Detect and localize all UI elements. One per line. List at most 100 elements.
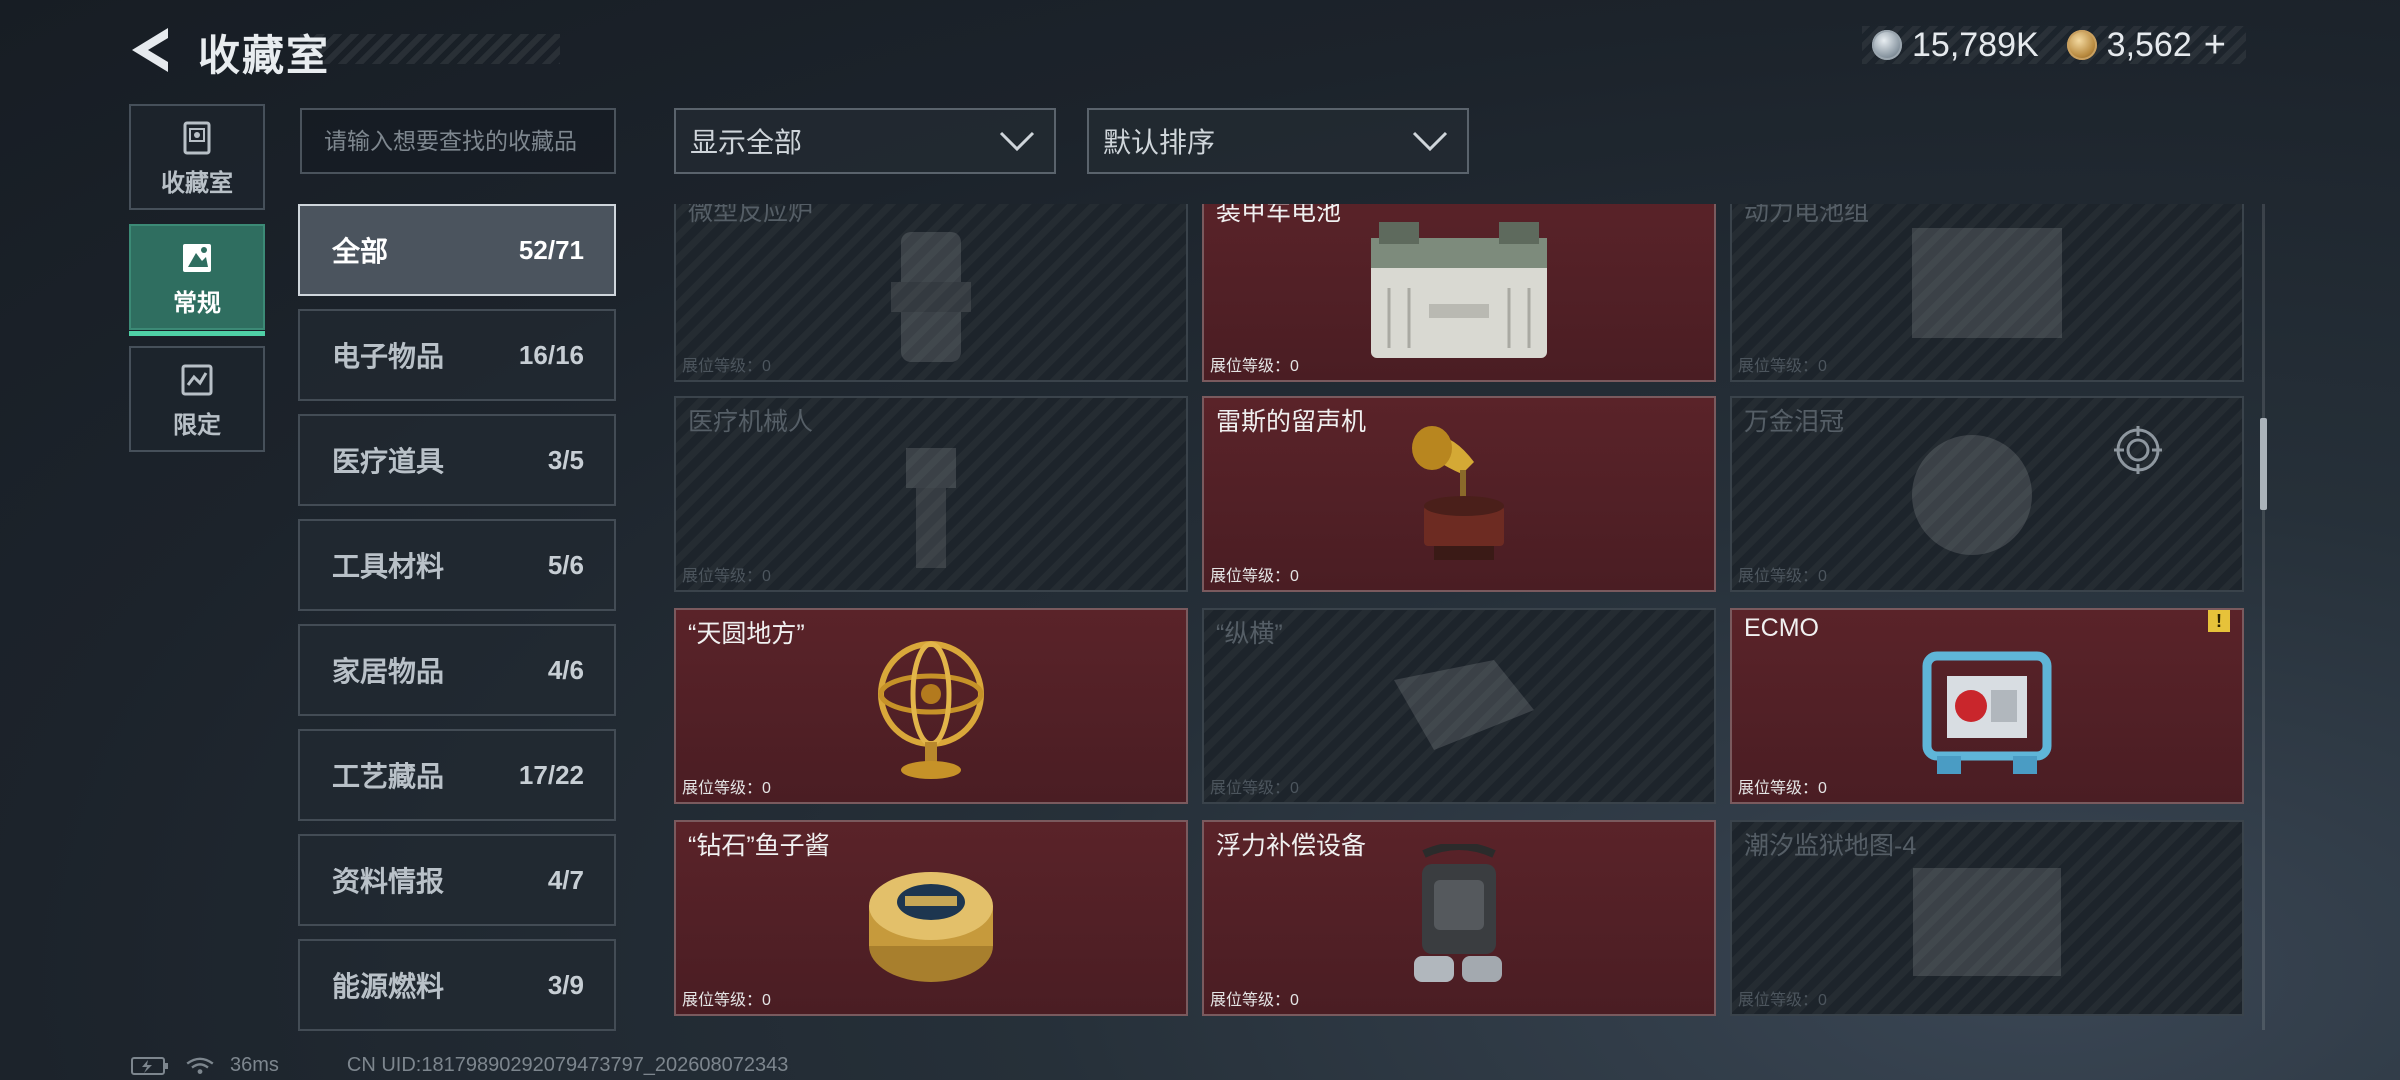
- gramophone-icon: [1412, 426, 1504, 560]
- user-uid: CN UID:1817989029207947​3797_20260807234…: [346, 1054, 789, 1076]
- category-count: 16/16: [518, 339, 584, 370]
- crown-icon: [1911, 435, 2032, 555]
- add-currency-button[interactable]: +: [2204, 24, 2226, 67]
- medical-robot-icon: [906, 448, 956, 568]
- category-energy[interactable]: 能源燃料 3/9: [298, 939, 616, 1031]
- tab-limited[interactable]: 限定: [129, 346, 265, 452]
- currency-bar: 15,789K 3,562 +: [1862, 24, 2246, 67]
- category-name: 资料情报: [332, 866, 445, 897]
- collectible-card[interactable]: 浮力补偿设备 展位等级：0: [1202, 820, 1716, 1016]
- collectible-card[interactable]: 雷斯的留声机 展位等级：0: [1202, 396, 1716, 592]
- booth-level: 展位等级：0: [1210, 358, 1299, 375]
- category-all[interactable]: 全部 52/71: [298, 204, 616, 296]
- category-count: 5/6: [547, 549, 584, 580]
- category-count: 4/6: [547, 654, 584, 685]
- tab-label: 常规: [173, 290, 221, 317]
- category-household[interactable]: 家居物品 4/6: [298, 624, 616, 716]
- booth-level: 展位等级：0: [682, 568, 771, 585]
- sort-dropdown[interactable]: 默认排序: [1087, 108, 1469, 174]
- tab-label: 限定: [173, 412, 221, 439]
- locate-target-icon[interactable]: [2112, 424, 2164, 476]
- show-filter-dropdown[interactable]: 显示全部: [674, 108, 1056, 174]
- collectible-name: 潮汐监狱地图-4: [1744, 832, 1917, 860]
- gold-currency-value: 3,562: [2106, 25, 2192, 64]
- gold-coin-icon: [2066, 30, 2097, 60]
- collectible-card[interactable]: “天圆地方” 展位等级：0: [674, 608, 1188, 804]
- collectible-card[interactable]: 潮汐监狱地图-4 展位等级：0: [1730, 820, 2244, 1016]
- booth-level: 展位等级：0: [682, 780, 771, 797]
- scrollbar-track[interactable]: [2262, 204, 2265, 1030]
- collectible-name: 装甲车电池: [1216, 204, 1342, 226]
- collectible-card[interactable]: 微型反应炉 展位等级：0: [674, 204, 1188, 382]
- category-name: 电子物品: [332, 341, 445, 372]
- category-name: 工具材料: [332, 551, 445, 582]
- collectible-name: ECMO: [1744, 614, 1819, 642]
- regular-icon: [183, 244, 211, 272]
- collectible-card[interactable]: 装甲车电池 展位等级：0: [1202, 204, 1716, 382]
- collectible-card[interactable]: ECMO ! 展位等级：0: [1730, 608, 2244, 804]
- battery-icon: [1371, 222, 1547, 358]
- silver-coin-icon: [1872, 30, 1902, 60]
- ping-value: 36ms: [230, 1054, 279, 1076]
- wifi-icon: [186, 1057, 214, 1074]
- category-medical[interactable]: 医疗道具 3/5: [298, 414, 616, 506]
- map-icon: [1913, 868, 2061, 976]
- collectible-card[interactable]: 医疗机械人 展位等级：0: [674, 396, 1188, 592]
- category-tools[interactable]: 工具材料 5/6: [298, 519, 616, 611]
- collectible-name: 医疗机械人: [688, 408, 814, 436]
- collectible-name: 微型反应炉: [688, 204, 814, 226]
- reactor-icon: [891, 232, 971, 362]
- collectible-name: 浮力补偿设备: [1216, 832, 1367, 860]
- armillary-sphere-icon: [878, 641, 984, 779]
- collectible-name: 雷斯的留声机: [1216, 408, 1367, 436]
- booth-level: 展位等级：0: [1738, 992, 1827, 1009]
- booth-level: 展位等级：0: [1738, 358, 1827, 375]
- collectible-name: “钻石”鱼子酱: [688, 832, 830, 860]
- category-count: 17/22: [518, 759, 584, 790]
- booth-level: 展位等级：0: [682, 358, 771, 375]
- category-count: 52/71: [518, 234, 584, 265]
- page-title: 收藏室: [198, 32, 331, 79]
- sort-value: 默认排序: [1103, 127, 1216, 158]
- collectible-name: 动力电池组: [1744, 204, 1870, 226]
- category-name: 工艺藏品: [332, 761, 445, 792]
- category-intel[interactable]: 资料情报 4/7: [298, 834, 616, 926]
- collectible-card[interactable]: “钻石”鱼子酱 展位等级：0: [674, 820, 1188, 1016]
- collectible-name: “天圆地方”: [688, 620, 805, 648]
- booth-level: 展位等级：0: [1738, 568, 1827, 585]
- collectible-card[interactable]: “纵横” 展位等级：0: [1202, 608, 1716, 804]
- category-crafts[interactable]: 工艺藏品 17/22: [298, 729, 616, 821]
- limited-icon: [181, 364, 213, 396]
- status-footer: 36ms CN UID:1817989029207947​3797_202608…: [130, 1054, 788, 1077]
- caviar-tin-icon: [869, 872, 993, 982]
- chevron-down-icon: [999, 131, 1035, 152]
- tab-regular[interactable]: 常规: [129, 224, 265, 336]
- back-arrow-icon[interactable]: [128, 24, 174, 76]
- search-input[interactable]: [300, 108, 616, 174]
- board-icon: [1394, 660, 1534, 750]
- collection-room-icon: [183, 121, 211, 155]
- chevron-down-icon: [1412, 131, 1448, 152]
- collectible-card[interactable]: 万金泪冠 展位等级：0: [1730, 396, 2244, 592]
- booth-level: 展位等级：0: [1210, 780, 1299, 797]
- category-count: 3/9: [547, 969, 584, 1000]
- silver-currency-value: 15,789K: [1912, 25, 2039, 64]
- scrollbar-thumb[interactable]: [2260, 418, 2267, 510]
- buoyancy-device-icon: [1414, 844, 1502, 982]
- collection-grid: 微型反应炉 展位等级：0 装甲车电池 展位等级：0 动力电池组 展位等级：0 医…: [674, 204, 2246, 1018]
- category-name: 家居物品: [332, 656, 445, 687]
- category-name: 医疗道具: [332, 446, 445, 477]
- warning-badge: !: [2208, 610, 2230, 632]
- category-count: 3/5: [547, 444, 584, 475]
- collectible-card[interactable]: 动力电池组 展位等级：0: [1730, 204, 2244, 382]
- category-name: 全部: [332, 236, 389, 267]
- battery-icon: [131, 1056, 168, 1075]
- category-name: 能源燃料: [332, 971, 445, 1002]
- ecmo-machine-icon: [1922, 651, 2052, 774]
- collectible-name: “纵横”: [1216, 620, 1283, 648]
- booth-level: 展位等级：0: [682, 992, 771, 1009]
- show-filter-value: 显示全部: [690, 127, 803, 158]
- category-count: 4/7: [547, 864, 584, 895]
- tab-collection-room[interactable]: 收藏室: [129, 104, 265, 210]
- category-electronics[interactable]: 电子物品 16/16: [298, 309, 616, 401]
